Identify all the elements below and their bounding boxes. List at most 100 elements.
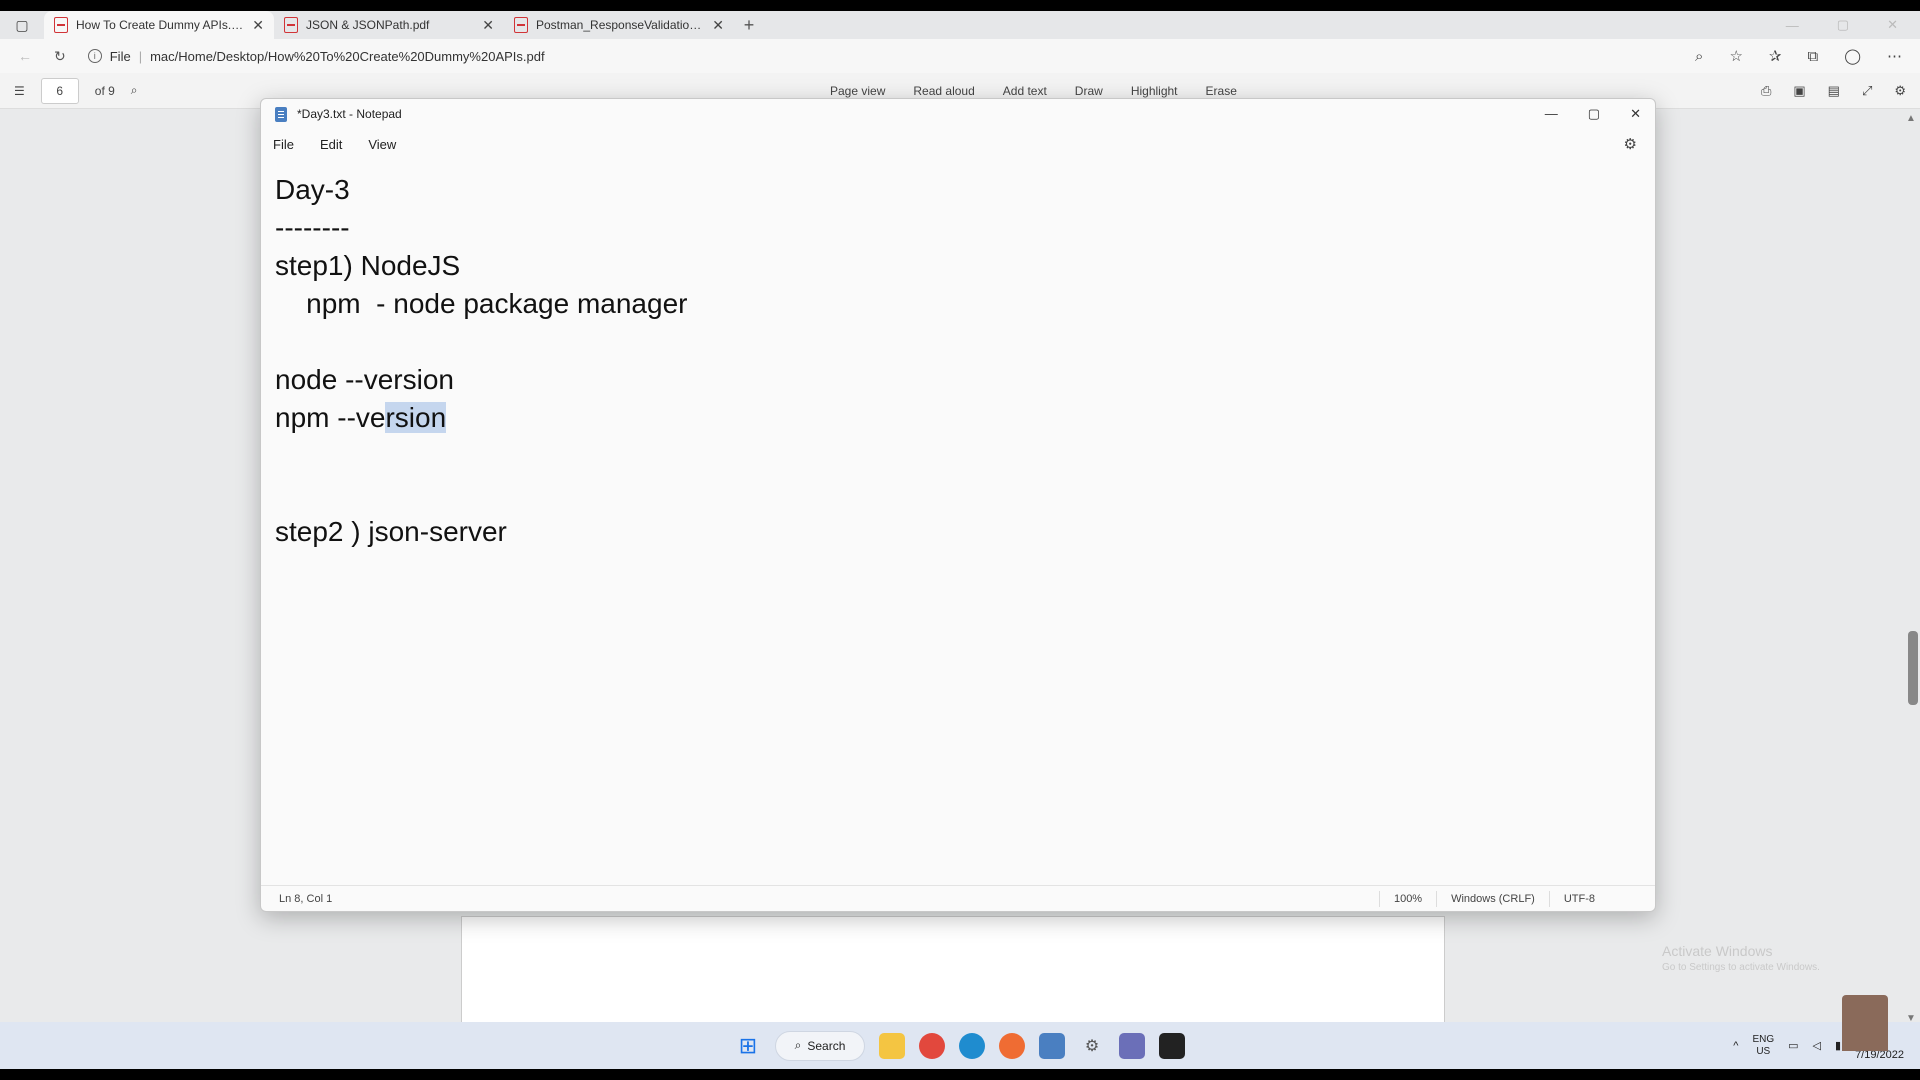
line-ending: Windows (CRLF) [1436,890,1549,907]
postman-icon[interactable] [999,1032,1025,1059]
menu-file[interactable]: File [273,137,294,152]
notepad-title: *Day3.txt - Notepad [297,107,402,121]
close-icon[interactable]: ✕ [1887,17,1898,33]
language-indicator[interactable]: ENG US [1752,1034,1774,1058]
tab-label: JSON & JSONPath.pdf [306,18,430,32]
battery-icon[interactable]: ▮ [1835,1039,1841,1052]
new-tab-icon[interactable]: + [734,11,764,39]
contents-icon[interactable]: ☰ [14,84,25,98]
tab-label: How To Create Dummy APIs.pdf [76,18,245,32]
notepad-icon [275,106,287,122]
url-text: mac/Home/Desktop/How%20To%20Create%20Dum… [150,48,545,64]
save-icon[interactable]: ▣ [1793,83,1805,99]
zoom-level: 100% [1378,890,1436,907]
chevron-up-icon[interactable]: ^ [1733,1040,1738,1052]
address-bar: ← ↻ i File | mac/Home/Desktop/How%20To%2… [0,39,1920,73]
info-icon[interactable]: i [87,49,102,63]
back-icon[interactable]: ← [18,48,32,64]
collections-icon[interactable]: ⧉ [1807,48,1818,65]
text-line: Day-3 [275,174,350,205]
lang-bottom: US [1756,1045,1771,1057]
close-icon[interactable]: ✕ [712,17,724,34]
tool-add-text[interactable]: Add text [1003,84,1047,98]
tab-pdf-2[interactable]: JSON & JSONPath.pdf ✕ [274,11,504,39]
print-icon[interactable]: ⎙ [1761,83,1771,99]
text-selection: rsion [385,402,447,433]
maximize-icon[interactable]: ▢ [1837,17,1849,33]
search-icon[interactable]: ⌕ [131,83,138,98]
refresh-icon[interactable]: ↻ [54,48,66,65]
tab-pdf-1[interactable]: How To Create Dummy APIs.pdf ✕ [44,11,274,39]
scroll-up-icon[interactable]: ▲ [1906,113,1916,124]
settings-icon[interactable]: ⚙ [1624,135,1637,153]
windows-start-icon[interactable]: ⊞ [735,1033,761,1059]
webcam-overlay [1842,995,1888,1051]
close-icon[interactable]: ✕ [1630,106,1641,122]
volume-icon[interactable]: ◁ [1813,1039,1821,1052]
text-line: step1) NodeJS [275,250,461,281]
chrome-icon[interactable] [919,1032,945,1059]
pdf-icon [54,17,68,33]
tool-page-view[interactable]: Page view [830,84,885,98]
cursor-position: Ln 8, Col 1 [279,892,333,905]
settings-icon[interactable]: ⚙ [1894,83,1906,99]
text-line: step2 ) json-server [275,516,507,547]
display-icon[interactable]: ▭ [1788,1039,1798,1052]
app-icon[interactable] [1119,1032,1145,1059]
favorites-icon[interactable]: ✰ [1769,47,1782,65]
notepad-titlebar[interactable]: *Day3.txt - Notepad — ▢ ✕ [261,99,1655,129]
pdf-toolbar-right: ⎙ ▣ ▤ ⤢ ⚙ [1761,83,1906,99]
fullscreen-icon[interactable]: ⤢ [1862,83,1872,99]
tool-erase[interactable]: Erase [1206,84,1237,98]
scrollbar-thumb[interactable] [1908,631,1918,705]
text-line [275,323,1641,361]
close-icon[interactable]: ✕ [482,17,494,34]
url-field[interactable]: i File | mac/Home/Desktop/How%20To%20Cre… [87,48,545,64]
pdf-icon [284,17,298,33]
divider: | [138,48,143,64]
page-total: of 9 [94,83,115,98]
tab-actions-icon[interactable]: ▢ [0,11,44,39]
tool-highlight[interactable]: Highlight [1131,84,1178,98]
close-icon[interactable]: ✕ [252,17,264,34]
file-label: File [109,48,131,64]
save-as-icon[interactable]: ▤ [1828,83,1840,99]
notepad-statusbar: Ln 8, Col 1 100% Windows (CRLF) UTF-8 [261,885,1655,911]
search-icon: ⌕ [794,1038,802,1052]
browser-window-controls: — ▢ ✕ [1786,11,1920,39]
watermark-subtitle: Go to Settings to activate Windows. [1662,962,1820,973]
maximize-icon[interactable]: ▢ [1588,106,1600,122]
taskbar: ⊞ ⌕ Search ⚙ ^ ENG US ▭ ◁ ▮ 7/19/2022 [0,1022,1920,1069]
search-label: Search [807,1038,846,1053]
page-number-input[interactable]: 6 [40,77,79,104]
notepad-window-controls: — ▢ ✕ [1545,106,1641,122]
taskbar-search[interactable]: ⌕ Search [775,1030,865,1061]
notepad-menubar: File Edit View ⚙ [261,129,1655,159]
text-line: npm - node package manager [275,288,688,319]
menu-view[interactable]: View [368,137,396,152]
text-line [275,475,1641,513]
tab-pdf-3[interactable]: Postman_ResponseValidations.p ✕ [504,11,734,39]
tool-read-aloud[interactable]: Read aloud [913,84,974,98]
text-before-selection: npm --ve [275,402,386,433]
minimize-icon[interactable]: — [1786,18,1799,33]
edge-icon[interactable] [959,1032,985,1059]
desktop: ▢ How To Create Dummy APIs.pdf ✕ JSON & … [0,11,1920,1069]
terminal-icon[interactable] [1159,1032,1185,1059]
watermark-title: Activate Windows [1662,943,1773,959]
file-explorer-icon[interactable] [879,1032,905,1059]
minimize-icon[interactable]: — [1545,106,1558,122]
status-right: 100% Windows (CRLF) UTF-8 [1378,890,1655,907]
zoom-icon[interactable]: ⌕ [1695,48,1703,65]
settings-icon[interactable]: ⚙ [1079,1033,1105,1059]
tab-label: Postman_ResponseValidations.p [536,18,705,32]
favorite-add-icon[interactable]: ☆ [1729,47,1742,65]
notepad-icon[interactable] [1039,1032,1065,1059]
profile-icon[interactable]: ◯ [1844,47,1861,65]
text-line: node --version [275,364,454,395]
menu-edit[interactable]: Edit [320,137,342,152]
text-editor[interactable]: Day-3 -------- step1) NodeJS npm - node … [275,171,1641,881]
more-icon[interactable]: ⋯ [1887,47,1902,65]
pdf-page [461,916,1445,1030]
tool-draw[interactable]: Draw [1075,84,1103,98]
